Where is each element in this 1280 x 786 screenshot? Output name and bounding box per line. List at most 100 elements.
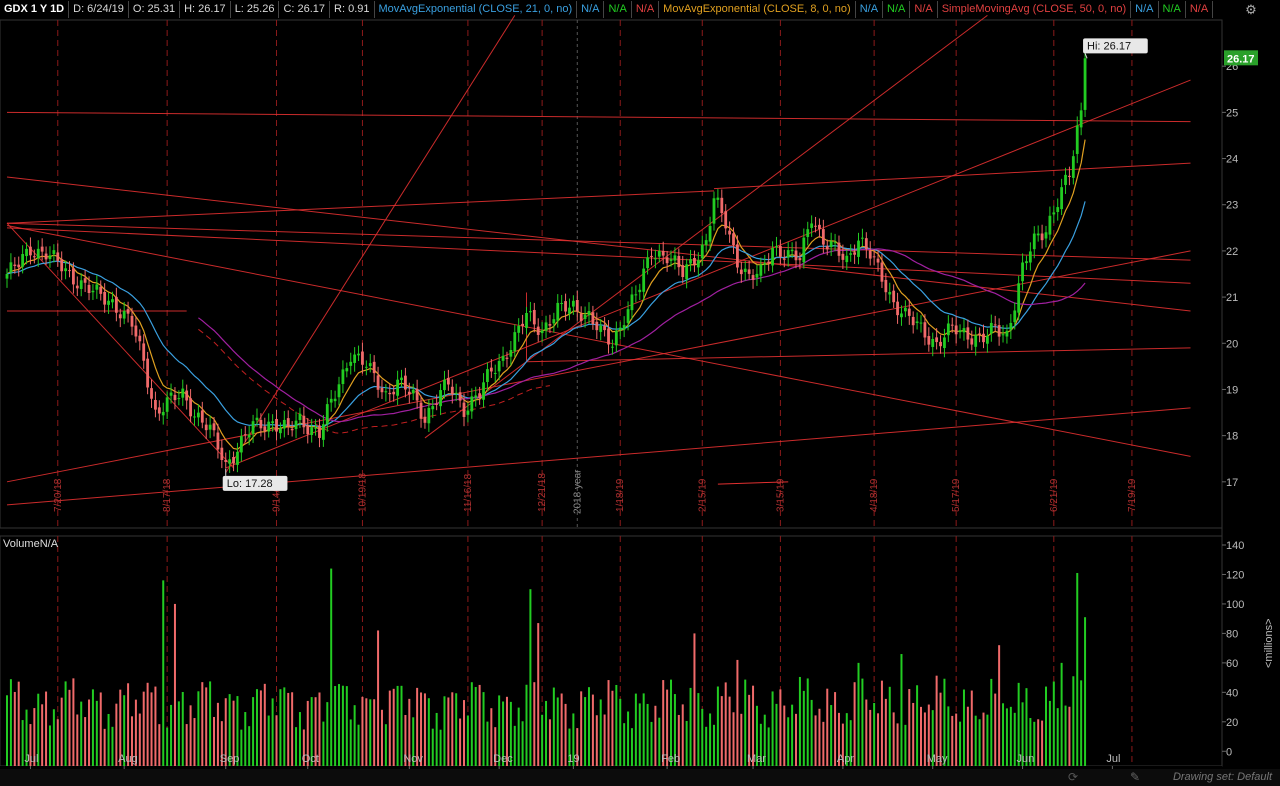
candle-body <box>161 411 165 416</box>
candle-body <box>318 425 321 438</box>
study-value-0-2[interactable]: N/A <box>632 1 660 18</box>
candle-body <box>247 434 251 438</box>
candle-body <box>907 308 911 316</box>
candle-body <box>411 389 415 394</box>
price-tick-label: 24 <box>1226 154 1238 166</box>
candle-body <box>939 341 942 347</box>
candle-body <box>212 423 216 431</box>
event-date-label: 8/17/18 <box>162 478 173 512</box>
symbol-label[interactable]: GDX 1 Y 1D <box>0 1 70 18</box>
pencil-icon[interactable]: ✎ <box>1130 770 1140 784</box>
study-label-0[interactable]: MovAvgExponential (CLOSE, 21, 0, no) <box>375 1 578 18</box>
candle-body <box>493 372 497 374</box>
volume-bar <box>693 633 696 782</box>
ohlc-high[interactable]: H: 26.17 <box>180 1 231 18</box>
candle-body <box>853 252 857 255</box>
candle-body <box>216 432 220 450</box>
study-label-1[interactable]: MovAvgExponential (CLOSE, 8, 0, no) <box>659 1 856 18</box>
volume-bar <box>162 580 165 782</box>
month-label: Mar <box>747 753 766 765</box>
study-label-2[interactable]: SimpleMovingAvg (CLOSE, 50, 0, no) <box>938 1 1132 18</box>
candle-body <box>36 248 40 259</box>
link-icon[interactable]: ⟳ <box>1068 770 1078 784</box>
event-date-label: 1/18/19 <box>615 478 626 512</box>
candle-body <box>919 322 923 324</box>
candle-body <box>282 419 286 429</box>
candle-body <box>892 290 896 303</box>
candle-body <box>103 291 107 305</box>
candle-body <box>888 291 892 295</box>
candle-body <box>634 294 638 296</box>
candle-body <box>185 390 189 401</box>
status-bar: ⟳ ✎ Drawing set: Default <box>0 769 1280 786</box>
candle-body <box>1071 156 1075 178</box>
candle-body <box>693 257 696 266</box>
candle-body <box>462 402 466 417</box>
ohlc-range[interactable]: R: 0.91 <box>330 1 375 18</box>
candle-body <box>165 397 169 412</box>
study-value-1-1[interactable]: N/A <box>883 1 911 18</box>
candle-body <box>868 250 872 259</box>
study-value-2-0[interactable]: N/A <box>1131 1 1159 18</box>
event-date-label: 7/19/19 <box>1127 478 1138 512</box>
candle-body <box>986 335 989 344</box>
study-value-2-1[interactable]: N/A <box>1159 1 1186 18</box>
volume-bar <box>736 659 739 782</box>
month-label: Feb <box>661 753 680 765</box>
candle-body <box>943 337 946 349</box>
candle-body <box>251 421 255 434</box>
candle-body <box>154 399 157 410</box>
study-value-1-2[interactable]: N/A <box>910 1 938 18</box>
drawing-set-label[interactable]: Drawing set: Default <box>1173 771 1272 783</box>
volume-unit-label: <millions> <box>1263 618 1275 668</box>
candle-body <box>87 284 91 293</box>
ohlc-date[interactable]: D: 6/24/19 <box>69 1 129 18</box>
ohlc-close[interactable]: C: 26.17 <box>279 1 331 18</box>
hi-label: Hi: 26.17 <box>1083 38 1148 54</box>
price-volume-chart[interactable]: 17181920212223242526020406080100120140<m… <box>0 0 1280 786</box>
candle-body <box>349 361 353 366</box>
candle-body <box>978 333 981 335</box>
candle-body <box>1017 283 1021 313</box>
candle-body <box>294 420 298 430</box>
candle-body <box>728 230 732 235</box>
study-value-0-0[interactable]: N/A <box>577 1 605 18</box>
candle-body <box>915 321 919 323</box>
volume-bar <box>861 678 864 782</box>
candle-body <box>857 240 860 257</box>
candle-body <box>177 398 181 400</box>
ohlc-open[interactable]: O: 25.31 <box>129 1 181 18</box>
month-label: 19 <box>567 753 579 765</box>
candle-body <box>75 285 79 289</box>
candle-body <box>1068 175 1071 177</box>
candle-body <box>946 323 950 336</box>
study-value-2-2[interactable]: N/A <box>1186 1 1214 18</box>
candle-body <box>321 424 325 440</box>
ohlc-low[interactable]: L: 25.26 <box>231 1 280 18</box>
candle-body <box>595 321 599 331</box>
study-value-1-0[interactable]: N/A <box>856 1 884 18</box>
month-label: Jun <box>1017 753 1035 765</box>
study-value-0-1[interactable]: N/A <box>604 1 632 18</box>
candle-body <box>708 225 712 242</box>
settings-icon[interactable]: ⚙ <box>1222 0 1280 19</box>
candle-body <box>204 424 208 431</box>
candle-body <box>146 358 150 388</box>
event-date-label: 5/17/19 <box>951 478 962 512</box>
candle-body <box>380 387 384 393</box>
candle-body <box>107 300 110 305</box>
candle-body <box>68 270 71 272</box>
candle-body <box>603 325 607 331</box>
volume-bar <box>1076 572 1079 782</box>
candle-body <box>458 392 462 401</box>
candle-body <box>314 427 317 429</box>
candle-body <box>482 382 485 400</box>
candle-body <box>638 289 642 293</box>
candle-body <box>579 313 583 322</box>
candle-body <box>95 284 99 290</box>
volume-bar <box>857 662 860 782</box>
candle-body <box>935 337 939 343</box>
candle-body <box>950 324 954 326</box>
candle-body <box>880 262 884 282</box>
candle-body <box>911 316 915 326</box>
